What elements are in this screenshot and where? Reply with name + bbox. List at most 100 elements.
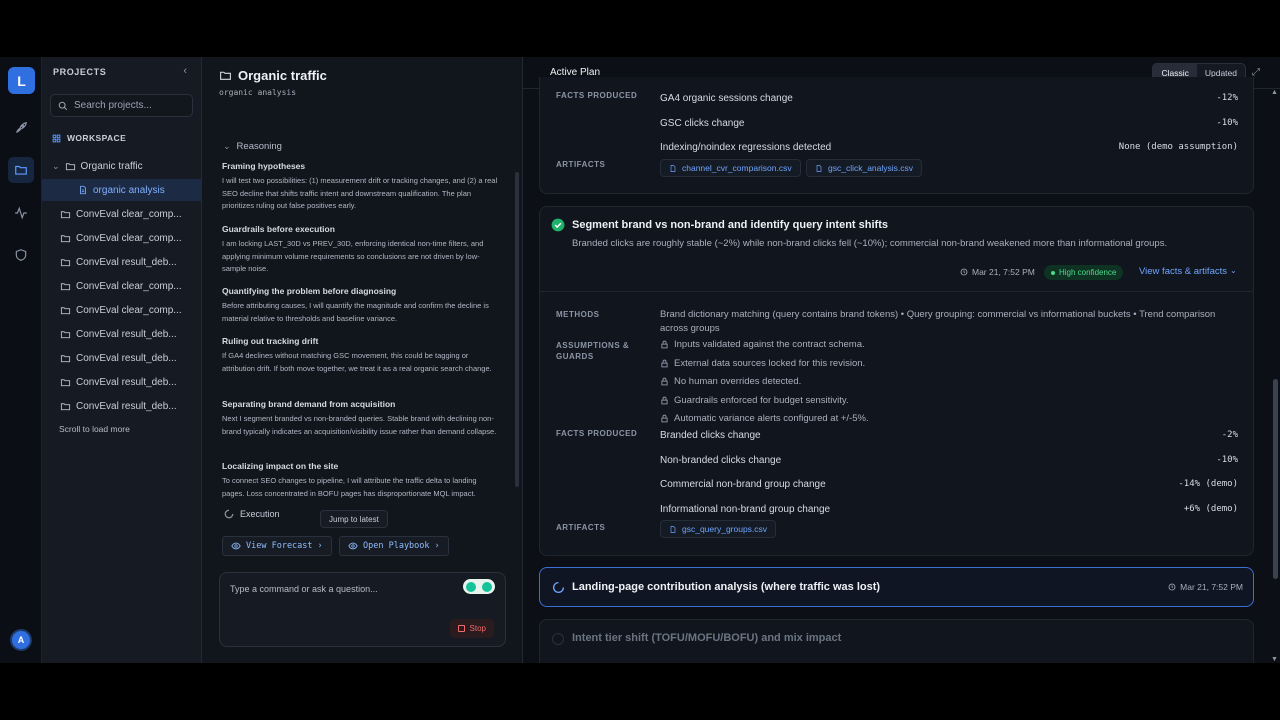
execution-label: Execution <box>240 509 280 519</box>
folder-icon <box>60 234 71 242</box>
tree-item-label: ConvEval result_deb... <box>76 328 177 340</box>
tree-item-organic-traffic[interactable]: ⌄ Organic traffic <box>42 155 201 177</box>
rocket-icon[interactable] <box>8 115 34 141</box>
chat-scrollbar[interactable] <box>515 172 519 487</box>
plan-scrollbar[interactable]: ▲ ▼ <box>1271 89 1278 663</box>
guard-item: External data sources locked for this re… <box>660 358 865 369</box>
plan-pane: Active Plan Classic Updated ⤢ FACTS PROD… <box>523 57 1280 663</box>
artifact-name: channel_cvr_comparison.csv <box>682 163 792 173</box>
tree-item-label: ConvEval clear_comp... <box>76 280 182 292</box>
fact-value: None (demo assumption) <box>1118 142 1238 152</box>
folder-icon <box>65 162 75 170</box>
fact-row: Indexing/noindex regressions detected No… <box>660 142 1238 153</box>
tree-item-organic-analysis[interactable]: organic analysis <box>42 179 201 201</box>
fact-name: Branded clicks change <box>660 430 761 441</box>
timestamp-text: Mar 21, 7:52 PM <box>1180 582 1243 592</box>
collapse-sidebar-icon[interactable]: ‹ <box>183 65 187 77</box>
command-input[interactable] <box>230 584 460 602</box>
artifact-link[interactable]: gsc_query_groups.csv <box>660 520 777 538</box>
guard-text: External data sources locked for this re… <box>674 358 866 369</box>
scrollbar-thumb[interactable] <box>1273 379 1278 579</box>
step-timestamp: Mar 21, 7:52 PM <box>960 267 1035 277</box>
methods-text: Brand dictionary matching (query contain… <box>660 309 1216 334</box>
file-icon <box>816 164 822 172</box>
chevron-down-icon: ⌄ <box>223 141 231 151</box>
plan-step-card: FACTS PRODUCED GA4 organic sessions chan… <box>539 77 1254 194</box>
avatar[interactable]: A <box>10 629 32 651</box>
arrow-right-icon: › <box>317 541 323 551</box>
file-icon <box>670 525 676 533</box>
guard-item: Inputs validated against the contract sc… <box>660 339 865 350</box>
grid-icon <box>52 134 61 142</box>
view-facts-text: View facts & artifacts <box>1139 266 1227 277</box>
shield-icon[interactable] <box>8 242 34 268</box>
guard-text: Guardrails enforced for budget sensitivi… <box>674 395 849 406</box>
file-icon <box>670 164 676 172</box>
icon-rail: L A <box>0 57 42 663</box>
open-playbook-button[interactable]: Open Playbook › <box>339 536 449 556</box>
tree-item-label: ConvEval result_deb... <box>76 400 177 412</box>
artifact-link[interactable]: gsc_click_analysis.csv <box>806 159 923 177</box>
page-title: Organic traffic <box>219 68 327 83</box>
tree-item-label: ConvEval result_deb... <box>76 376 177 388</box>
reasoning-step: Separating brand demand from acquisition… <box>222 399 500 438</box>
tree-item[interactable]: ConvEval result_deb... <box>42 323 201 345</box>
artifacts-label: ARTIFACTS <box>556 160 606 169</box>
scroll-to-load-more[interactable]: Scroll to load more <box>59 424 130 434</box>
stop-button[interactable]: Stop <box>449 619 494 638</box>
tree-item[interactable]: ConvEval clear_comp... <box>42 275 201 297</box>
reasoning-step: Guardrails before execution I am locking… <box>222 224 500 276</box>
fact-value: -12% <box>1216 93 1238 103</box>
reasoning-toggle[interactable]: ⌄ Reasoning <box>223 141 282 152</box>
plan-step-card-active[interactable]: Landing-page contribution analysis (wher… <box>539 567 1254 607</box>
tree-item[interactable]: ConvEval clear_comp... <box>42 299 201 321</box>
folder-icon <box>60 282 71 290</box>
step-title: Ruling out tracking drift <box>222 336 319 346</box>
fact-name: GSC clicks change <box>660 118 745 129</box>
fact-name: Informational non-brand group change <box>660 504 831 515</box>
lock-icon <box>661 340 668 349</box>
page-subtitle: organic analysis <box>219 88 297 97</box>
tree-item[interactable]: ConvEval clear_comp... <box>42 203 201 225</box>
search-box <box>50 94 193 117</box>
lock-icon <box>661 359 668 368</box>
scroll-down-icon[interactable]: ▼ <box>1271 656 1278 663</box>
facts-produced-label: FACTS PRODUCED <box>556 429 638 438</box>
chevron-down-icon[interactable]: ⌄ <box>52 161 60 172</box>
tree-item[interactable]: ConvEval result_deb... <box>42 251 201 273</box>
folder-icon[interactable] <box>8 157 34 183</box>
open-playbook-label: Open Playbook <box>363 541 430 551</box>
tree-item-label: organic analysis <box>93 184 165 196</box>
plan-step-card-pending[interactable]: Intent tier shift (TOFU/MOFU/BOFU) and m… <box>539 619 1254 663</box>
view-facts-link[interactable]: View facts & artifacts ⌄ <box>1139 266 1237 277</box>
step-title: Separating brand demand from acquisition <box>222 399 396 409</box>
tree-item[interactable]: ConvEval result_deb... <box>42 395 201 417</box>
workspace-label: WORKSPACE <box>67 133 127 143</box>
grammar-assistant-icon[interactable] <box>463 579 495 594</box>
guard-text: Inputs validated against the contract sc… <box>674 339 865 350</box>
fact-row: GA4 organic sessions change -12% <box>660 93 1238 104</box>
folder-icon <box>60 258 71 266</box>
stop-label: Stop <box>469 624 486 633</box>
search-input[interactable] <box>74 100 184 111</box>
fact-value: -10% <box>1216 118 1238 128</box>
tree-item[interactable]: ConvEval result_deb... <box>42 371 201 393</box>
scroll-up-icon[interactable]: ▲ <box>1271 89 1278 96</box>
step-title: Framing hypotheses <box>222 161 306 171</box>
step-title: Intent tier shift (TOFU/MOFU/BOFU) and m… <box>572 632 842 644</box>
tree-item[interactable]: ConvEval clear_comp... <box>42 227 201 249</box>
tree-item-label: ConvEval clear_comp... <box>76 232 182 244</box>
page-title-text: Organic traffic <box>238 68 327 83</box>
eye-icon <box>348 542 358 550</box>
fact-row: GSC clicks change -10% <box>660 118 1238 129</box>
jump-to-latest-button[interactable]: Jump to latest <box>320 510 388 528</box>
app-logo[interactable]: L <box>8 67 35 94</box>
artifact-link[interactable]: channel_cvr_comparison.csv <box>660 159 801 177</box>
activity-icon[interactable] <box>8 200 34 226</box>
tree-item[interactable]: ConvEval result_deb... <box>42 347 201 369</box>
chevron-down-icon: ⌄ <box>1230 266 1237 275</box>
view-forecast-button[interactable]: View Forecast › <box>222 536 332 556</box>
facts-produced-label: FACTS PRODUCED <box>556 91 638 100</box>
file-icon <box>80 185 86 195</box>
step-body: If GA4 declines without matching GSC mov… <box>222 351 492 373</box>
